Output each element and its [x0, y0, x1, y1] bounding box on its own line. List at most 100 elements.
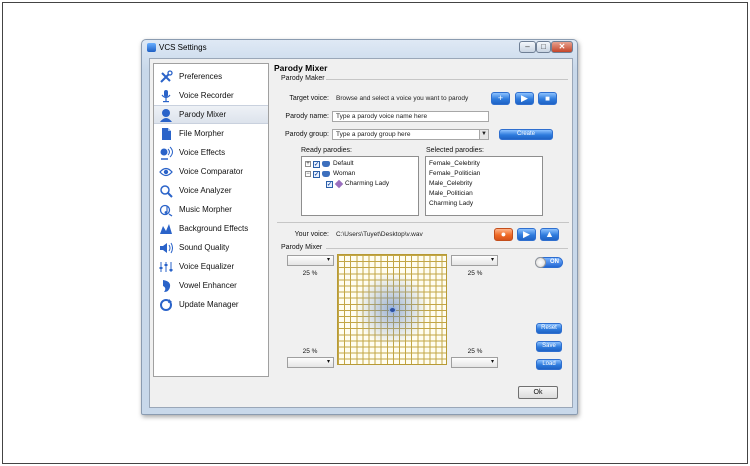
vowel-enhancer-icon	[159, 279, 173, 293]
upload-button[interactable]: ▲	[540, 228, 559, 241]
section-divider	[277, 222, 569, 223]
mix-percent-bottom-right: 25 %	[467, 348, 483, 355]
record-button[interactable]: ●	[494, 228, 513, 241]
plus-icon: +	[497, 93, 504, 103]
add-voice-button[interactable]: +	[491, 92, 510, 105]
maximize-button[interactable]: □	[536, 41, 551, 53]
play-target-button[interactable]: ▶	[515, 92, 534, 105]
panel-title: Parody Mixer	[274, 63, 328, 73]
sidebar-item-voice-comparator[interactable]: Voice Comparator	[154, 162, 268, 181]
list-item[interactable]: Female_Celebrity	[429, 159, 480, 169]
checkbox[interactable]: ✓	[313, 170, 320, 178]
sidebar-item-voice-analyzer[interactable]: Voice Analyzer	[154, 181, 268, 200]
sidebar-item-voice-equalizer[interactable]: Voice Equalizer	[154, 257, 268, 276]
upload-icon: ▲	[545, 229, 554, 239]
sidebar-item-preferences[interactable]: Preferences	[154, 67, 268, 86]
sidebar-item-label: Parody Mixer	[179, 110, 227, 119]
group-icon	[322, 161, 330, 167]
checkbox[interactable]: ✓	[326, 180, 333, 188]
expander-icon[interactable]: +	[305, 161, 311, 167]
sidebar-item-label: Background Effects	[179, 224, 249, 233]
expander-icon[interactable]: −	[305, 171, 311, 177]
sidebar-item-label: Voice Analyzer	[179, 186, 232, 195]
sidebar-item-label: Vowel Enhancer	[179, 281, 237, 290]
file-morpher-icon	[159, 127, 173, 141]
tree-node-woman[interactable]: − ✓ Woman	[305, 169, 355, 179]
group-divider	[326, 79, 568, 80]
stop-icon: ■	[545, 94, 550, 103]
tree-node-label: Woman	[333, 170, 356, 177]
sidebar-item-label: Voice Recorder	[179, 91, 234, 100]
list-item[interactable]: Charming Lady	[429, 199, 473, 209]
load-button[interactable]: Load	[536, 359, 562, 370]
close-button[interactable]: ✕	[551, 41, 573, 53]
tree-node-charming-lady[interactable]: ✓ Charming Lady	[326, 179, 389, 189]
title-bar[interactable]: VCS Settings – □ ✕	[142, 40, 577, 56]
music-morpher-icon	[159, 203, 173, 217]
sidebar-item-parody-mixer[interactable]: Parody Mixer	[154, 105, 268, 124]
play-icon: ▶	[523, 229, 530, 239]
voice-equalizer-icon	[159, 260, 173, 274]
ready-parodies-tree[interactable]: + ✓ Default − ✓ Woman ✓ Charming Lady	[301, 156, 419, 216]
checkbox[interactable]: ✓	[313, 160, 320, 168]
sidebar-item-vowel-enhancer[interactable]: Vowel Enhancer	[154, 276, 268, 295]
parody-mixer-panel: Parody Mixer Parody Maker Target voice: …	[274, 61, 570, 379]
mixer-on-toggle[interactable]: ON	[535, 257, 563, 268]
toggle-label: ON	[550, 259, 559, 265]
toggle-knob	[535, 257, 546, 268]
sidebar-item-voice-effects[interactable]: Voice Effects	[154, 143, 268, 162]
vcs-settings-window: VCS Settings – □ ✕ Preferences Voice Rec…	[141, 39, 578, 415]
selected-parodies-list[interactable]: Female_Celebrity Female_Politician Male_…	[425, 156, 543, 216]
sidebar-item-label: Update Manager	[179, 300, 239, 309]
update-manager-icon	[159, 298, 173, 312]
list-item[interactable]: Male_Politician	[429, 189, 473, 199]
your-voice-label: Your voice:	[294, 231, 329, 238]
mixer-position-handle[interactable]	[389, 307, 396, 313]
mixer-voice-select-bottom-right[interactable]: ▾	[451, 357, 498, 368]
group-divider	[326, 248, 568, 249]
sidebar-item-update-manager[interactable]: Update Manager	[154, 295, 268, 314]
app-icon	[147, 43, 156, 52]
mixer-voice-select-top-left[interactable]: ▾	[287, 255, 334, 266]
play-icon: ▶	[521, 93, 528, 103]
tools-icon	[159, 69, 173, 84]
parody-mixer-group-label: Parody Mixer	[281, 244, 323, 251]
record-icon: ●	[500, 229, 507, 239]
sidebar-item-music-morpher[interactable]: Music Morpher	[154, 200, 268, 219]
parody-name-input[interactable]: Type a parody voice name here	[332, 111, 489, 122]
mixer-voice-select-top-right[interactable]: ▾	[451, 255, 498, 266]
stop-button[interactable]: ■	[538, 92, 557, 105]
chevron-down-icon: ▾	[326, 257, 330, 263]
selected-parodies-label: Selected parodies:	[426, 147, 484, 154]
sidebar-item-label: File Morpher	[179, 129, 224, 138]
mixer-voice-select-bottom-left[interactable]: ▾	[287, 357, 334, 368]
chevron-down-icon[interactable]: ▼	[479, 130, 488, 139]
sidebar-item-background-effects[interactable]: Background Effects	[154, 219, 268, 238]
microphone-icon	[159, 89, 173, 103]
sidebar-item-voice-recorder[interactable]: Voice Recorder	[154, 86, 268, 105]
chevron-down-icon: ▾	[490, 359, 494, 365]
ok-button[interactable]: Ok	[518, 386, 558, 399]
parody-group-combobox[interactable]: Type a parody group here ▼	[332, 129, 489, 140]
group-icon	[322, 171, 330, 177]
sidebar-item-label: Preferences	[179, 72, 223, 81]
tree-node-label: Default	[333, 160, 354, 167]
list-item[interactable]: Male_Celebrity	[429, 179, 472, 189]
tree-node-default[interactable]: + ✓ Default	[305, 159, 354, 169]
save-button[interactable]: Save	[536, 341, 562, 352]
parody-mixer-icon	[159, 108, 173, 122]
parody-name-label: Parody name:	[285, 113, 329, 120]
reset-button[interactable]: Reset	[536, 323, 562, 334]
minimize-button[interactable]: –	[519, 41, 536, 53]
sidebar-item-label: Voice Effects	[179, 148, 226, 157]
play-voice-button[interactable]: ▶	[517, 228, 536, 241]
voice-comparator-icon	[159, 165, 173, 179]
sidebar-item-file-morpher[interactable]: File Morpher	[154, 124, 268, 143]
list-item[interactable]: Female_Politician	[429, 169, 480, 179]
create-button[interactable]: Create	[499, 129, 553, 140]
sidebar-item-sound-quality[interactable]: Sound Quality	[154, 238, 268, 257]
window-title: VCS Settings	[159, 43, 207, 52]
chevron-down-icon: ▾	[326, 359, 330, 365]
settings-sidebar: Preferences Voice Recorder Parody Mixer …	[153, 63, 269, 377]
mixer-grid[interactable]	[337, 254, 447, 365]
